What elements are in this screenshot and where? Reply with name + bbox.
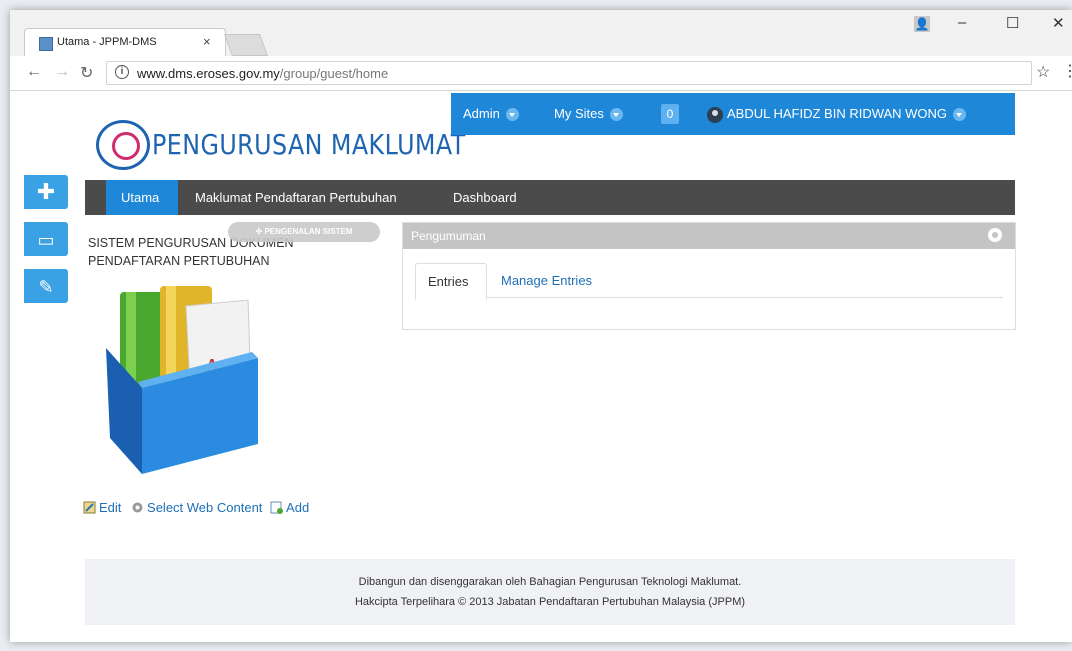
announcement-portlet: Pengumuman Entries Manage Entries [402,222,1016,330]
tabs-divider [415,297,1003,298]
portlet-actions: Edit Select Web Content Add [83,500,309,515]
nav-item-utama[interactable]: Utama [121,190,159,205]
portlet-drag-handle[interactable]: ✣ PENGENALAN SISTEM [228,222,380,242]
reload-icon[interactable]: ↻ [80,63,93,83]
select-web-content-action[interactable]: Select Web Content [131,500,262,515]
edit-doc-icon [83,501,96,514]
url-input[interactable]: i www.dms.eroses.gov.my/group/guest/home [106,61,1032,85]
tab-close-icon[interactable]: × [203,34,211,49]
tab-manage-entries[interactable]: Manage Entries [501,273,592,288]
user-name: ABDUL HAFIDZ BIN RIDWAN WONG [727,106,948,121]
page-footer: Dibangun dan disenggarakan oleh Bahagian… [85,559,1015,625]
portlet-title-line2: PENDAFTARAN PERTUBUHAN [88,254,270,268]
add-action[interactable]: Add [270,500,309,515]
close-window-button[interactable]: ✕ [1052,14,1065,32]
url-text: www.dms.eroses.gov.my/group/guest/home [137,66,388,81]
profile-icon[interactable]: 👤 [914,16,930,32]
user-menu[interactable]: ABDUL HAFIDZ BIN RIDWAN WONG [707,106,967,123]
my-sites-label: My Sites [554,106,604,121]
url-host: www.dms.eroses.gov.my [137,66,280,81]
tab-title: Utama - JPPM-DMS [57,36,157,48]
top-navigation: Admin My Sites 0 ABDUL HAFIDZ BIN RIDWAN… [451,93,1015,135]
preview-button[interactable]: ▭ [24,222,68,256]
add-doc-icon [270,501,284,514]
chevron-down-icon [609,108,623,122]
tab-strip: Utama - JPPM-DMS × 👤 – ☐ ✕ [10,10,1072,57]
main-navigation: Utama Maklumat Pendaftaran Pertubuhan Da… [85,180,1015,215]
my-sites-menu[interactable]: My Sites [554,106,623,122]
chevron-down-icon [505,108,519,122]
tab-entries[interactable]: Entries [415,263,487,300]
select-label: Select Web Content [147,500,263,515]
edit-controls-button[interactable]: ✎ [24,269,68,303]
browser-window: Utama - JPPM-DMS × 👤 – ☐ ✕ ← → ↻ i www.d… [10,10,1072,642]
favicon-icon [39,37,53,51]
announcement-title: Pengumuman [411,229,486,243]
add-label: Add [286,500,310,515]
new-tab-button[interactable] [223,34,269,56]
edit-label: Edit [99,500,122,515]
footer-line-2: Hakcipta Terpelihara © 2013 Jabatan Pend… [354,596,746,608]
tab-entries-label: Entries [428,274,469,289]
edit-icon: ✎ [38,277,54,297]
notification-badge[interactable]: 0 [661,104,679,124]
nav-item-dashboard[interactable]: Dashboard [453,190,517,205]
info-icon[interactable]: i [115,65,129,79]
minimize-button[interactable]: – [958,14,966,31]
gear-icon[interactable] [988,228,1002,242]
footer-line-1: Dibangun dan disenggarakan oleh Bahagian… [358,576,742,588]
bookmark-star-icon[interactable]: ☆ [1036,62,1050,82]
address-bar: ← → ↻ i www.dms.eroses.gov.my/group/gues… [10,56,1072,91]
chevron-down-icon [953,108,967,122]
back-arrow-icon[interactable]: ← [26,63,42,81]
announcement-header: Pengumuman [403,223,1015,249]
logo-emblem-icon [96,120,150,170]
document-binders-illustration: A [106,286,258,474]
plus-icon: ✚ [36,179,56,204]
add-button[interactable]: ✚ [24,175,68,209]
admin-label: Admin [463,106,500,121]
url-path: /group/guest/home [279,66,389,81]
admin-menu[interactable]: Admin [463,106,519,122]
forward-arrow-icon[interactable]: → [54,63,70,81]
browser-menu-icon[interactable]: ⋮ [1062,61,1072,81]
logo-text: PENGURUSAN MAKLUMAT [152,128,466,161]
maximize-button[interactable]: ☐ [1006,14,1019,32]
nav-item-maklumat-pendaftaran[interactable]: Maklumat Pendaftaran Pertubuhan [195,190,397,205]
edit-action[interactable]: Edit [83,500,121,515]
user-avatar-icon [707,106,723,123]
monitor-icon: ▭ [37,230,55,250]
browser-tab[interactable]: Utama - JPPM-DMS × [24,28,226,57]
gear-icon [132,502,143,513]
